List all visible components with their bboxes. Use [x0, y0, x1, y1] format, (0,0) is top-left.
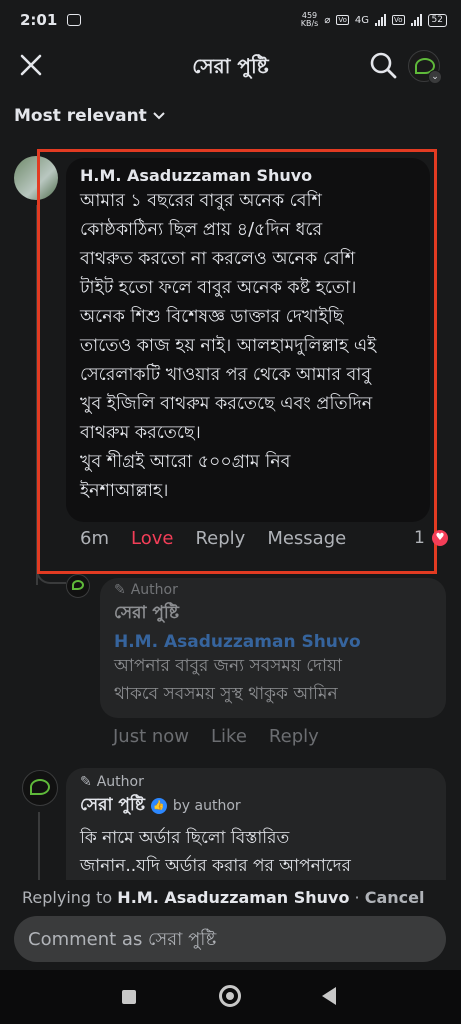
love-button[interactable]: Love [131, 528, 173, 549]
volte-icon: Vo [336, 15, 349, 25]
comment-time: 6m [80, 528, 109, 549]
pencil-icon: ✎ [114, 582, 126, 598]
battery-icon: 52 [427, 13, 447, 27]
sort-label: Most relevant [14, 106, 147, 126]
chevron-down-icon [153, 112, 165, 120]
thread-line [38, 812, 40, 882]
sort-dropdown[interactable]: Most relevant [14, 106, 165, 126]
love-reaction-icon: ♥ [432, 530, 448, 546]
page-avatar[interactable]: ⌄ [408, 50, 442, 84]
thread-line [36, 205, 38, 585]
comment-actions: 6m Love Reply Message [80, 528, 368, 549]
message-button[interactable]: Message [267, 528, 346, 549]
pencil-icon: ✎ [80, 774, 92, 790]
chevron-down-icon: ⌄ [428, 70, 442, 84]
reply-text: আপনার বাবুর জন্য সবসময় দোয়া থাকবে সবসম… [114, 656, 342, 704]
author-avatar[interactable] [22, 770, 58, 806]
by-author-label: by author [172, 798, 241, 814]
composer [0, 914, 461, 970]
leaf-logo-icon [30, 779, 50, 795]
author-tag: ✎ Author [80, 774, 144, 790]
reply-text: কি নামে অর্ডার ছিলো বিস্তারিত জানান..যদি… [80, 828, 351, 876]
status-bar: 2:01 459 KB/s ⌀ Vo 4G Vo 52 [0, 0, 461, 40]
comment-author[interactable]: H.M. Asaduzzaman Shuvo [80, 166, 420, 185]
comment-bubble[interactable]: H.M. Asaduzzaman Shuvo আমার ১ বছরের বাবু… [66, 158, 430, 522]
commenter-avatar[interactable] [14, 156, 58, 200]
comment-input[interactable] [14, 916, 446, 962]
network-speed: 459 KB/s [300, 11, 319, 28]
volte-icon-2: Vo [392, 15, 405, 25]
reply-author[interactable]: সেরা পুষ্টি [114, 600, 432, 628]
home-icon[interactable] [219, 985, 241, 1007]
back-icon[interactable] [322, 987, 336, 1005]
search-icon[interactable] [368, 50, 398, 80]
replying-bar: Replying to H.M. Asaduzzaman Shuvo · Can… [0, 880, 461, 916]
reply-button[interactable]: Reply [195, 528, 245, 549]
reply-actions: Just now Like Reply [113, 726, 341, 747]
signal-icon-2 [410, 14, 422, 26]
reaction-count[interactable]: 1 [414, 528, 425, 548]
signal-icon [375, 14, 387, 26]
reply-bubble[interactable]: ✎ Author সেরা পুষ্টি H.M. Asaduzzaman Sh… [100, 578, 446, 718]
reply-bubble[interactable]: ✎ Author সেরা পুষ্টি 👍 by author কি নামে… [66, 768, 446, 898]
reply-time: Just now [113, 726, 190, 747]
recents-icon[interactable] [122, 990, 136, 1004]
author-avatar[interactable] [66, 574, 90, 598]
comment-text: আমার ১ বছরের বাবুর অনেক বেশি কোষ্ঠকাঠিন্… [80, 191, 377, 501]
status-icons: 459 KB/s ⌀ Vo 4G Vo 52 [301, 12, 447, 28]
thread-connector [36, 560, 66, 584]
reply-button[interactable]: Reply [269, 726, 319, 747]
network-type: 4G [354, 14, 370, 26]
status-time: 2:01 [20, 11, 58, 29]
mention-link[interactable]: H.M. Asaduzzaman Shuvo [114, 632, 432, 652]
record-icon [67, 14, 82, 26]
like-badge-icon: 👍 [150, 798, 167, 814]
alarm-off-icon: ⌀ [324, 14, 331, 26]
reply-author[interactable]: সেরা পুষ্টি [80, 792, 145, 820]
author-tag: ✎ Author [114, 582, 178, 598]
leaf-logo-icon [72, 580, 84, 590]
cancel-reply-button[interactable]: Cancel [365, 888, 425, 907]
replying-to-name: H.M. Asaduzzaman Shuvo [117, 888, 350, 907]
header: সেরা পুষ্টি ⌄ [0, 40, 461, 90]
like-button[interactable]: Like [211, 726, 247, 747]
